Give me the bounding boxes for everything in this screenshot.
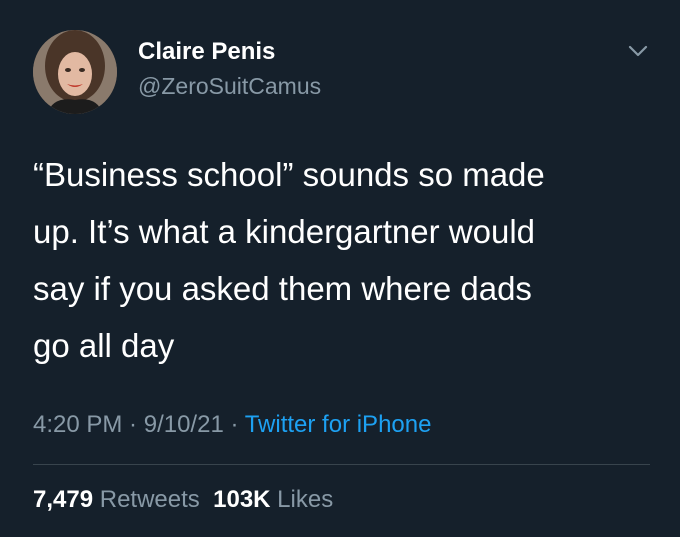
tweet-text: “Business school” sounds so made up. It’…	[33, 146, 653, 374]
tweet-time[interactable]: 4:20 PM	[33, 411, 122, 438]
tweet-stats: 7,479 Retweets 103K Likes	[33, 486, 333, 514]
tweet-date[interactable]: 9/10/21	[144, 411, 224, 438]
avatar[interactable]	[33, 30, 117, 114]
likes-count: 103K	[213, 486, 271, 513]
chevron-down-icon[interactable]	[625, 38, 651, 64]
avatar-image	[33, 30, 117, 114]
tweet-text-line: say if you asked them where dads	[33, 270, 532, 307]
tweet-text-line: up. It’s what a kindergartner would	[33, 213, 536, 250]
likes-label: Likes	[277, 486, 334, 513]
tweet-metadata: 4:20 PM · 9/10/21 · Twitter for iPhone	[33, 411, 431, 439]
tweet-source-link[interactable]: Twitter for iPhone	[245, 411, 432, 438]
tweet-text-line: “Business school” sounds so made	[33, 156, 545, 193]
retweets-stat[interactable]: 7,479 Retweets	[33, 486, 200, 513]
meta-separator: ·	[223, 411, 245, 438]
divider	[33, 464, 650, 465]
author-name[interactable]: Claire Penis	[138, 38, 275, 66]
meta-separator: ·	[122, 411, 144, 438]
likes-stat[interactable]: 103K Likes	[213, 486, 333, 513]
tweet-card: Claire Penis @ZeroSuitCamus “Business sc…	[0, 0, 680, 537]
author-handle[interactable]: @ZeroSuitCamus	[138, 73, 321, 100]
tweet-text-line: go all day	[33, 327, 175, 364]
retweets-count: 7,479	[33, 486, 94, 513]
retweets-label: Retweets	[99, 486, 200, 513]
